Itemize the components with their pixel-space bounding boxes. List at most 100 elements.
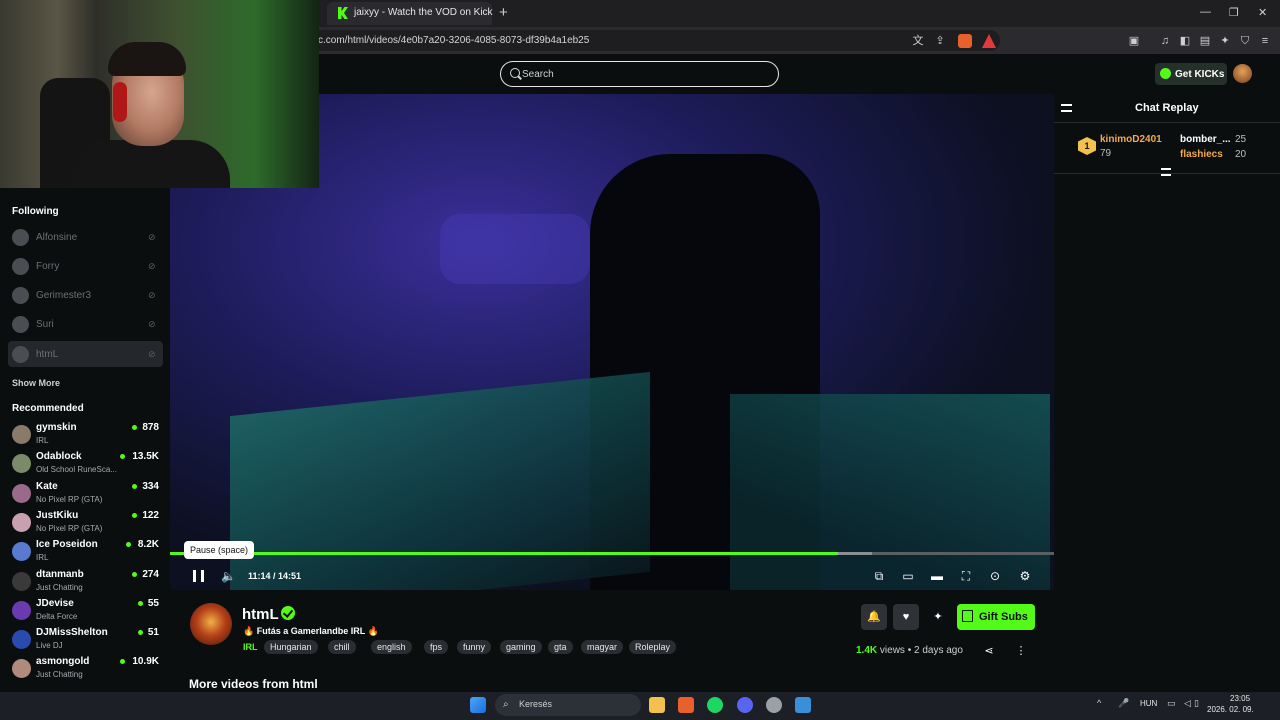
recommended-name[interactable]: Ice Poseidon bbox=[36, 539, 98, 550]
brave-browser-icon[interactable] bbox=[678, 697, 694, 713]
follow-heart-icon[interactable]: ♥ bbox=[893, 604, 919, 630]
recommended-name[interactable]: DJMissShelton bbox=[36, 627, 108, 638]
viewer-count: 122 bbox=[142, 510, 159, 521]
tag[interactable]: gaming bbox=[500, 640, 542, 654]
input-language[interactable]: HUN bbox=[1140, 699, 1157, 708]
file-explorer-icon[interactable] bbox=[649, 697, 665, 713]
obs-icon[interactable] bbox=[766, 697, 782, 713]
windows-start-icon[interactable] bbox=[470, 697, 486, 713]
live-dot-icon bbox=[132, 572, 137, 577]
network-icon[interactable]: ▭ bbox=[1167, 698, 1176, 709]
tag[interactable]: funny bbox=[457, 640, 492, 654]
following-item[interactable] bbox=[8, 253, 163, 279]
notification-bell-icon[interactable]: 🔔 bbox=[861, 604, 887, 630]
fullscreen-icon[interactable]: ⛶ bbox=[959, 569, 973, 583]
close-window-button[interactable]: ✕ bbox=[1258, 6, 1267, 19]
leaderboard-name[interactable]: flashiecs bbox=[1180, 149, 1223, 160]
reader-mode-icon[interactable]: ▣ bbox=[1127, 34, 1141, 48]
tag[interactable]: chill bbox=[328, 640, 356, 654]
gift-subs-label: Gift Subs bbox=[979, 611, 1028, 623]
avatar[interactable] bbox=[12, 630, 31, 649]
views-label: views bbox=[879, 645, 905, 656]
discord-icon[interactable] bbox=[737, 697, 753, 713]
wallet-icon[interactable]: ▤ bbox=[1198, 34, 1212, 48]
avatar[interactable] bbox=[12, 572, 31, 591]
pause-icon[interactable] bbox=[193, 570, 204, 582]
menu-icon[interactable]: ≡ bbox=[1258, 34, 1272, 48]
minimize-button[interactable]: — bbox=[1200, 6, 1211, 18]
volume-icon[interactable]: ◁ bbox=[1184, 698, 1191, 709]
following-name: htmL bbox=[36, 349, 59, 360]
theater-mode-icon[interactable]: ▬ bbox=[930, 569, 944, 583]
recommended-name[interactable]: JDevise bbox=[36, 598, 74, 609]
user-avatar[interactable] bbox=[1233, 64, 1252, 83]
leaderboard-value: 20 bbox=[1235, 149, 1247, 160]
volume-icon[interactable]: 🔈 bbox=[221, 569, 236, 583]
maximize-button[interactable]: ❐ bbox=[1229, 6, 1239, 19]
following-item[interactable] bbox=[8, 341, 163, 367]
share-icon[interactable]: ⋖ bbox=[982, 644, 996, 658]
streamer-name[interactable]: htmL bbox=[242, 606, 279, 623]
collapse-chat-icon[interactable] bbox=[1061, 104, 1072, 112]
tag[interactable]: fps bbox=[424, 640, 449, 654]
tag[interactable]: Roleplay bbox=[629, 640, 677, 654]
new-tab-button[interactable]: + bbox=[499, 4, 508, 21]
spotify-icon[interactable] bbox=[707, 697, 723, 713]
following-name: Forry bbox=[36, 261, 60, 272]
following-item[interactable] bbox=[8, 224, 163, 250]
webcam-hair bbox=[108, 42, 186, 76]
video-frame-floor bbox=[230, 371, 650, 590]
clip-icon[interactable]: ▭ bbox=[901, 569, 915, 583]
following-item[interactable] bbox=[8, 311, 163, 337]
leaderboard-name[interactable]: bomber_... bbox=[1180, 134, 1231, 145]
photos-icon[interactable] bbox=[795, 697, 811, 713]
tag[interactable]: english bbox=[371, 640, 412, 654]
leaderboard-value: 25 bbox=[1235, 134, 1247, 145]
more-options-icon[interactable]: ⋮ bbox=[1014, 644, 1028, 658]
recommended-name[interactable]: Odablock bbox=[36, 451, 82, 462]
avatar[interactable] bbox=[12, 484, 31, 503]
leaderboard-name[interactable]: kinimoD2401 bbox=[1100, 134, 1162, 145]
battery-icon[interactable]: ▯ bbox=[1194, 698, 1199, 709]
avatar[interactable] bbox=[12, 659, 31, 678]
avatar[interactable] bbox=[12, 454, 31, 473]
clock-date[interactable]: 2026. 02. 09. bbox=[1207, 705, 1254, 714]
recommended-name[interactable]: JustKiku bbox=[36, 510, 78, 521]
translate-icon[interactable]: 文 bbox=[911, 34, 925, 48]
avatar[interactable] bbox=[12, 542, 31, 561]
recommended-name[interactable]: dtanmanb bbox=[36, 569, 84, 580]
picture-in-picture-icon[interactable]: ⧉ bbox=[872, 569, 886, 583]
avatar[interactable] bbox=[12, 601, 31, 620]
viewer-count: 274 bbox=[142, 569, 159, 580]
music-icon[interactable]: ♫ bbox=[1158, 34, 1172, 48]
microphone-icon[interactable]: 🎤 bbox=[1118, 698, 1129, 709]
tag[interactable]: Hungarian bbox=[264, 640, 318, 654]
expand-leaderboard-icon[interactable] bbox=[1161, 168, 1171, 176]
recommended-name[interactable]: gymskin bbox=[36, 422, 77, 433]
sidebar-toggle-icon[interactable]: ◧ bbox=[1178, 34, 1192, 48]
share-icon[interactable]: ⇪ bbox=[933, 34, 947, 48]
tag[interactable]: magyar bbox=[581, 640, 624, 654]
settings-gear-icon[interactable]: ⚙ bbox=[1018, 569, 1032, 583]
live-dot-icon bbox=[126, 542, 131, 547]
recommended-name[interactable]: asmongold bbox=[36, 656, 89, 667]
search-icon: ⌕ bbox=[503, 699, 509, 710]
clock-time[interactable]: 23:05 bbox=[1230, 694, 1250, 703]
streamer-avatar[interactable] bbox=[190, 603, 232, 645]
pause-tooltip: Pause (space) bbox=[184, 541, 254, 559]
recommended-name[interactable]: Kate bbox=[36, 481, 58, 492]
avatar[interactable] bbox=[12, 425, 31, 444]
show-more-link[interactable]: Show More bbox=[12, 378, 60, 388]
video-frame-floor-right bbox=[730, 394, 1050, 590]
taskbar-search[interactable] bbox=[495, 694, 641, 716]
sparkle-icon[interactable]: ✦ bbox=[925, 604, 951, 630]
category-link[interactable]: IRL bbox=[243, 642, 258, 652]
leo-ai-icon[interactable]: ✦ bbox=[1218, 34, 1232, 48]
tray-chevron-icon[interactable]: ^ bbox=[1097, 698, 1101, 708]
vpn-icon[interactable]: ⛉ bbox=[1238, 34, 1252, 48]
live-dot-icon bbox=[138, 630, 143, 635]
playback-speed-icon[interactable]: ⊙ bbox=[988, 569, 1002, 583]
brave-shield-icon[interactable] bbox=[958, 34, 972, 48]
avatar[interactable] bbox=[12, 513, 31, 532]
tag[interactable]: gta bbox=[548, 640, 573, 654]
